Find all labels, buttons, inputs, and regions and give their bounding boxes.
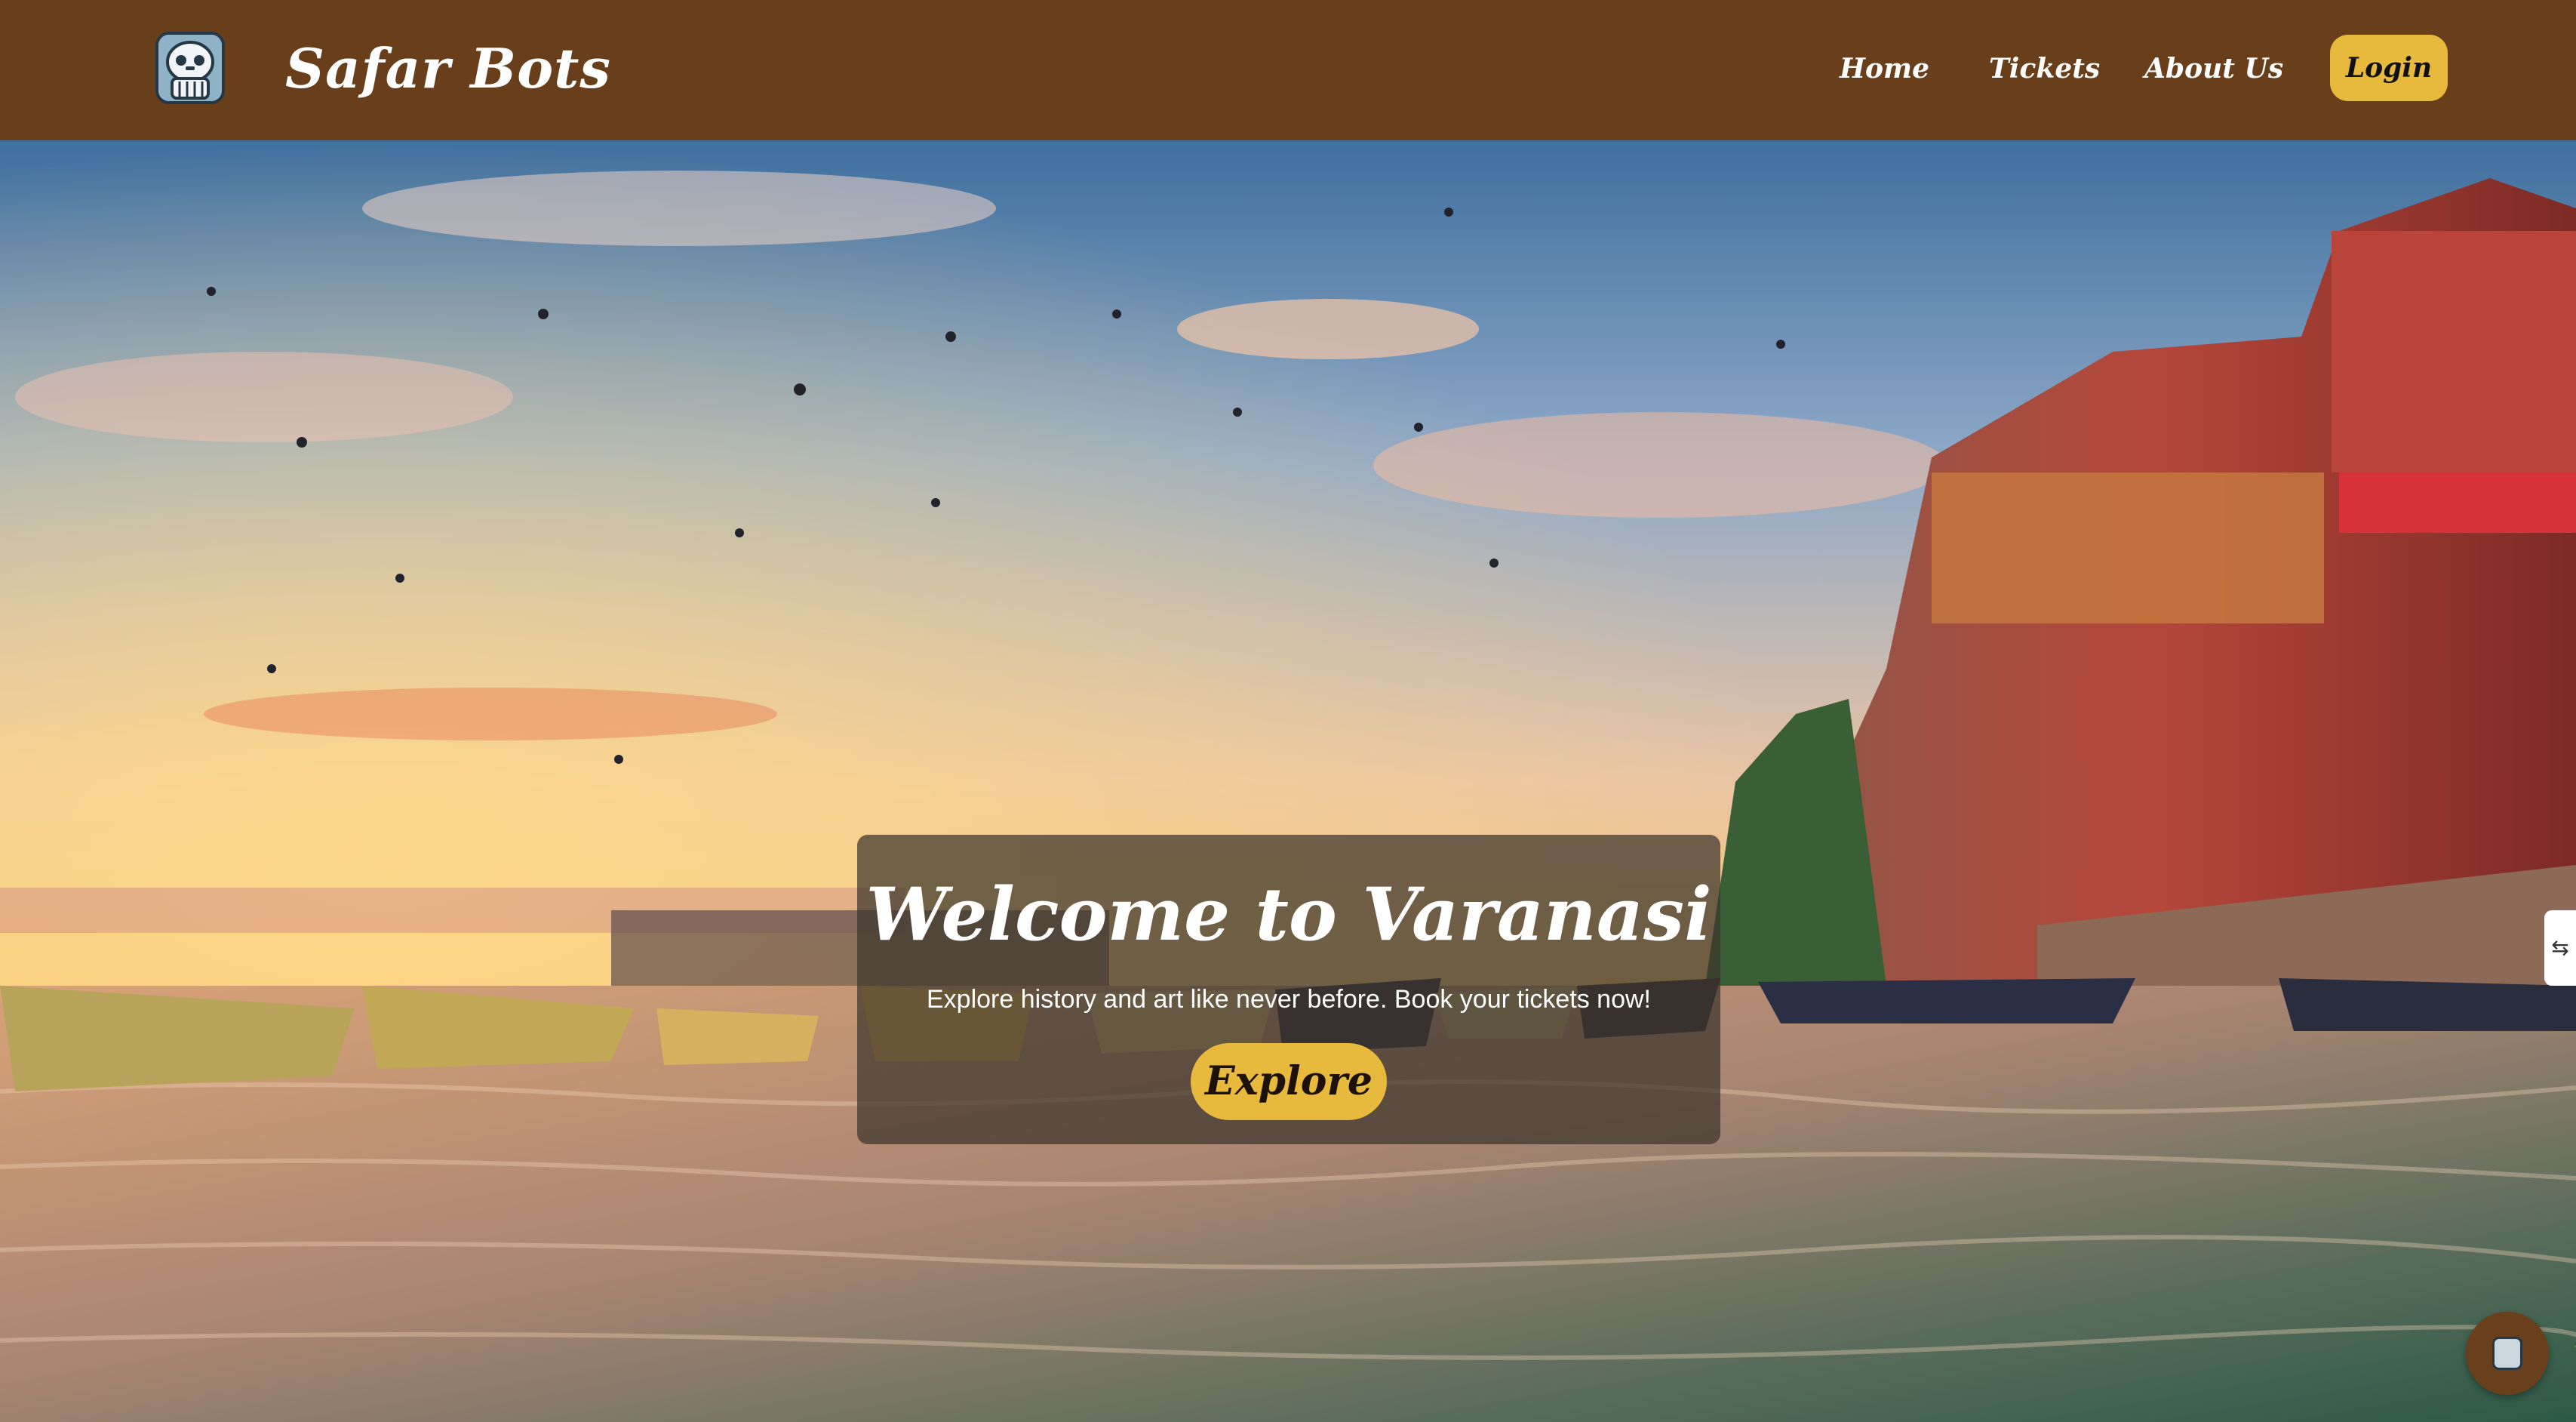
hero-title: Welcome to Varanasi xyxy=(865,872,1712,957)
robot-logo-icon[interactable] xyxy=(155,32,225,104)
robot-mini-icon xyxy=(2492,1337,2522,1370)
hero-overlay-card: Welcome to Varanasi Explore history and … xyxy=(857,835,1720,1144)
nav-home[interactable]: Home xyxy=(1840,45,1929,92)
nav-about-us[interactable]: About Us xyxy=(2144,45,2283,92)
brand-name[interactable]: Safar Bots xyxy=(285,27,611,110)
chatbot-icon[interactable] xyxy=(2466,1312,2549,1395)
nav-tickets[interactable]: Tickets xyxy=(1989,45,2100,92)
login-button[interactable]: Login xyxy=(2330,35,2448,101)
hero-subtitle: Explore history and art like never befor… xyxy=(926,985,1652,1014)
hero-background-image xyxy=(0,140,2576,1422)
side-toggle-tab[interactable]: ⇆ xyxy=(2544,910,2576,986)
hero-section: Welcome to Varanasi Explore history and … xyxy=(0,140,2576,1422)
site-header: Safar Bots Home Tickets About Us Login xyxy=(0,0,2576,140)
explore-button[interactable]: Explore xyxy=(1191,1043,1387,1120)
